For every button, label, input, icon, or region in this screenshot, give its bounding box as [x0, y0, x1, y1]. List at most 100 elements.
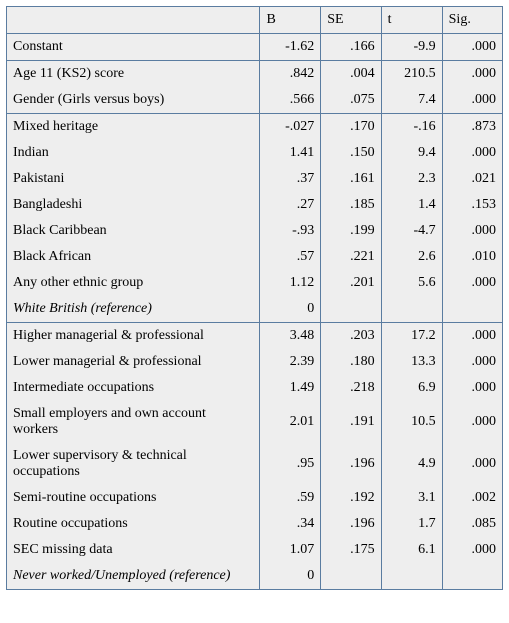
cell-t: 7.4 — [381, 87, 442, 114]
cell-b: .59 — [260, 485, 321, 511]
cell-label: SEC missing data — [7, 537, 260, 563]
cell-sig: .000 — [442, 218, 502, 244]
cell-label: Pakistani — [7, 166, 260, 192]
cell-sig: .000 — [442, 270, 502, 296]
cell-sig: .000 — [442, 87, 502, 114]
table-row: Constant-1.62.166-9.9.000 — [7, 34, 503, 61]
cell-se: .075 — [321, 87, 381, 114]
cell-se: .201 — [321, 270, 381, 296]
cell-t: -9.9 — [381, 34, 442, 61]
cell-se: .196 — [321, 443, 381, 485]
table-row: Never worked/Unemployed (reference)0 — [7, 563, 503, 590]
cell-b: -.93 — [260, 218, 321, 244]
cell-se: .199 — [321, 218, 381, 244]
cell-label: Small employers and own account workers — [7, 401, 260, 443]
cell-b: 1.41 — [260, 140, 321, 166]
cell-label: Lower supervisory & technical occupation… — [7, 443, 260, 485]
cell-label: Any other ethnic group — [7, 270, 260, 296]
cell-se: .185 — [321, 192, 381, 218]
cell-label: Age 11 (KS2) score — [7, 61, 260, 88]
table-row: Pakistani.37.1612.3.021 — [7, 166, 503, 192]
cell-sig: .010 — [442, 244, 502, 270]
cell-b: .842 — [260, 61, 321, 88]
cell-sig: .000 — [442, 443, 502, 485]
cell-t: 13.3 — [381, 349, 442, 375]
table-row: Higher managerial & professional3.48.203… — [7, 323, 503, 350]
cell-label: Black African — [7, 244, 260, 270]
table-row: Intermediate occupations1.49.2186.9.000 — [7, 375, 503, 401]
cell-b: 0 — [260, 296, 321, 323]
cell-t — [381, 296, 442, 323]
cell-b: .95 — [260, 443, 321, 485]
table-row: SEC missing data1.07.1756.1.000 — [7, 537, 503, 563]
cell-sig: .000 — [442, 349, 502, 375]
cell-t: 17.2 — [381, 323, 442, 350]
cell-sig: .021 — [442, 166, 502, 192]
header-se: SE — [321, 7, 381, 34]
cell-label: Gender (Girls versus boys) — [7, 87, 260, 114]
table-row: Bangladeshi.27.1851.4.153 — [7, 192, 503, 218]
table-row: Lower managerial & professional2.39.1801… — [7, 349, 503, 375]
table-row: Black African.57.2212.6.010 — [7, 244, 503, 270]
cell-label: Higher managerial & professional — [7, 323, 260, 350]
cell-label: Black Caribbean — [7, 218, 260, 244]
cell-b: 1.12 — [260, 270, 321, 296]
cell-sig: .000 — [442, 34, 502, 61]
cell-b: 1.07 — [260, 537, 321, 563]
cell-label: White British (reference) — [7, 296, 260, 323]
cell-se: .203 — [321, 323, 381, 350]
table-row: Lower supervisory & technical occupation… — [7, 443, 503, 485]
header-t: t — [381, 7, 442, 34]
cell-t: 3.1 — [381, 485, 442, 511]
cell-se: .221 — [321, 244, 381, 270]
cell-sig: .873 — [442, 114, 502, 141]
cell-b: .34 — [260, 511, 321, 537]
cell-sig: .000 — [442, 401, 502, 443]
cell-b: 1.49 — [260, 375, 321, 401]
cell-se: .175 — [321, 537, 381, 563]
cell-se: .191 — [321, 401, 381, 443]
cell-se — [321, 296, 381, 323]
cell-label: Intermediate occupations — [7, 375, 260, 401]
table-row: Mixed heritage-.027.170-.16.873 — [7, 114, 503, 141]
cell-b: 0 — [260, 563, 321, 590]
table-row: White British (reference)0 — [7, 296, 503, 323]
cell-se: .166 — [321, 34, 381, 61]
cell-se: .196 — [321, 511, 381, 537]
cell-t: -.16 — [381, 114, 442, 141]
table-row: Routine occupations.34.1961.7.085 — [7, 511, 503, 537]
cell-sig — [442, 296, 502, 323]
cell-sig: .000 — [442, 61, 502, 88]
cell-t — [381, 563, 442, 590]
cell-t: 6.1 — [381, 537, 442, 563]
cell-se — [321, 563, 381, 590]
regression-table: B SE t Sig. Constant-1.62.166-9.9.000Age… — [6, 6, 503, 590]
cell-sig — [442, 563, 502, 590]
cell-label: Routine occupations — [7, 511, 260, 537]
cell-sig: .000 — [442, 537, 502, 563]
table-row: Gender (Girls versus boys).566.0757.4.00… — [7, 87, 503, 114]
cell-sig: .000 — [442, 323, 502, 350]
cell-t: 1.4 — [381, 192, 442, 218]
cell-b: 3.48 — [260, 323, 321, 350]
cell-t: 9.4 — [381, 140, 442, 166]
table-row: Any other ethnic group1.12.2015.6.000 — [7, 270, 503, 296]
cell-b: .566 — [260, 87, 321, 114]
cell-se: .161 — [321, 166, 381, 192]
cell-label: Mixed heritage — [7, 114, 260, 141]
cell-t: 2.6 — [381, 244, 442, 270]
cell-label: Bangladeshi — [7, 192, 260, 218]
cell-b: .27 — [260, 192, 321, 218]
table-row: Semi-routine occupations.59.1923.1.002 — [7, 485, 503, 511]
cell-t: 10.5 — [381, 401, 442, 443]
cell-se: .004 — [321, 61, 381, 88]
cell-se: .150 — [321, 140, 381, 166]
cell-se: .218 — [321, 375, 381, 401]
cell-se: .192 — [321, 485, 381, 511]
cell-b: 2.01 — [260, 401, 321, 443]
header-b: B — [260, 7, 321, 34]
cell-label: Constant — [7, 34, 260, 61]
table-row: Black Caribbean-.93.199-4.7.000 — [7, 218, 503, 244]
table-row: Indian1.41.1509.4.000 — [7, 140, 503, 166]
cell-sig: .000 — [442, 140, 502, 166]
